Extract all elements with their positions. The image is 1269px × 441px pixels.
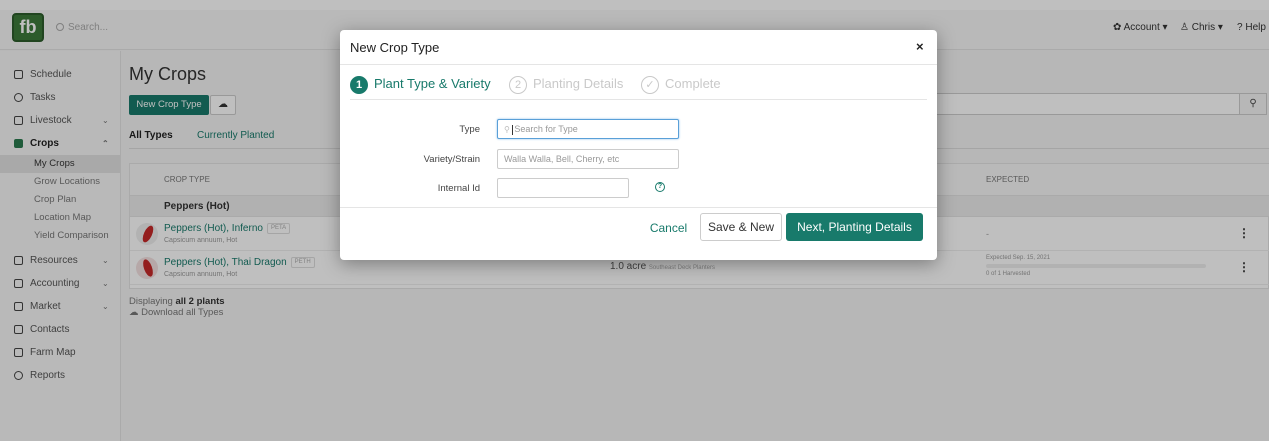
- variety-input[interactable]: Walla Walla, Bell, Cherry, etc: [497, 149, 679, 169]
- new-crop-type-modal: New Crop Type × 1 Plant Type & Variety 2P…: [340, 30, 937, 260]
- cancel-button[interactable]: Cancel: [646, 215, 691, 241]
- help-icon[interactable]: ?: [655, 182, 665, 192]
- save-and-new-button[interactable]: Save & New: [700, 213, 782, 241]
- modal-title: New Crop Type: [350, 40, 440, 55]
- step-number: 1: [350, 75, 368, 94]
- type-search-input[interactable]: ⚲ Search for Type: [497, 119, 679, 139]
- close-icon[interactable]: ×: [916, 39, 924, 54]
- steps-divider: [350, 99, 927, 100]
- step-label: Planting Details: [533, 76, 624, 91]
- footer-divider: [340, 207, 937, 208]
- check-icon: ✓: [641, 75, 659, 94]
- modal-divider: [340, 64, 937, 65]
- variety-label: Variety/Strain: [423, 154, 480, 165]
- step-complete: ✓ Complete: [641, 73, 721, 95]
- next-planting-details-button[interactable]: Next, Planting Details: [786, 213, 923, 241]
- type-placeholder: Search for Type: [514, 124, 578, 134]
- step-plant-type: 1 Plant Type & Variety: [350, 73, 491, 95]
- type-label: Type: [459, 124, 480, 135]
- step-label: Complete: [665, 76, 721, 91]
- internal-id-input[interactable]: [497, 178, 629, 198]
- internal-id-label: Internal Id: [437, 183, 480, 194]
- step-label: Plant Type & Variety: [374, 76, 491, 91]
- search-icon: ⚲: [504, 125, 510, 134]
- step-number: 2: [509, 75, 527, 94]
- step-planting-details: 2 Planting Details: [509, 73, 623, 95]
